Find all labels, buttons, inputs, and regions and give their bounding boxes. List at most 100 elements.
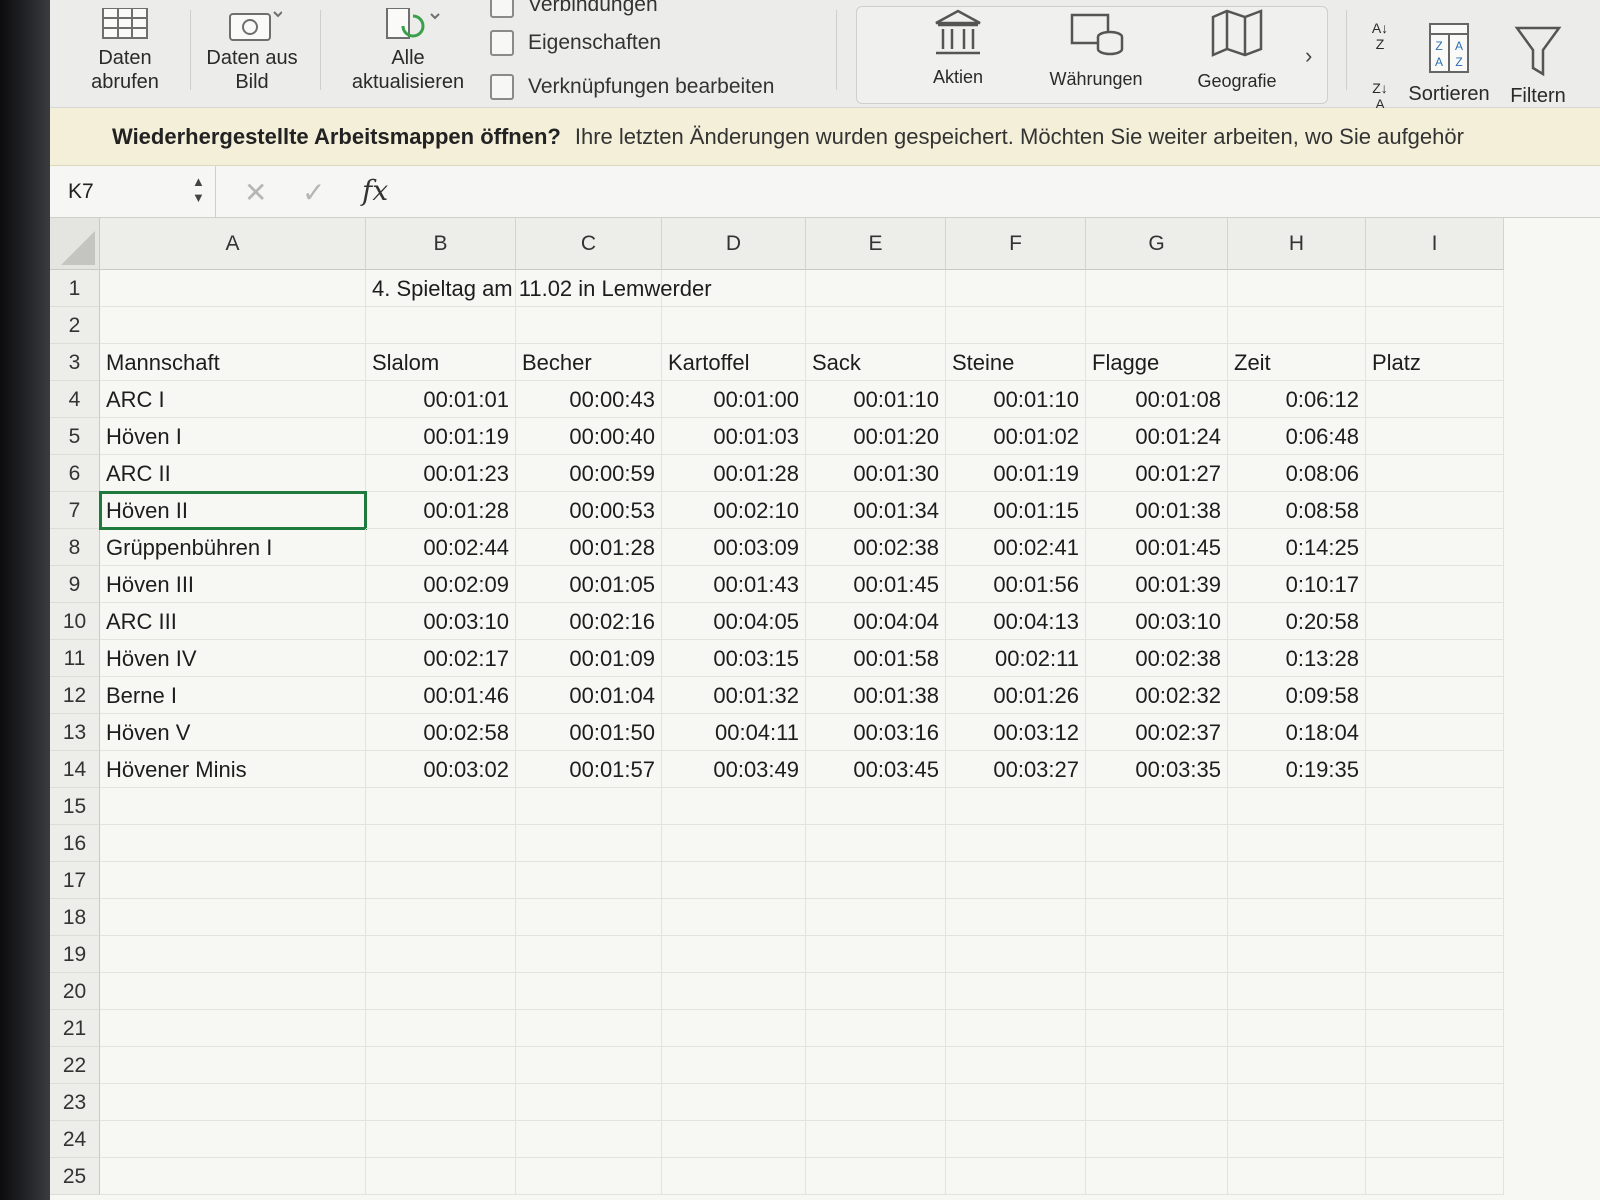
time-cell[interactable]: 00:02:41 bbox=[946, 529, 1086, 566]
cell[interactable] bbox=[946, 1121, 1086, 1158]
cell[interactable] bbox=[662, 825, 806, 862]
rank-cell[interactable] bbox=[1366, 751, 1504, 788]
time-cell[interactable]: 00:01:39 bbox=[1086, 566, 1228, 603]
cell[interactable] bbox=[946, 936, 1086, 973]
cell[interactable] bbox=[366, 862, 516, 899]
cell[interactable] bbox=[1228, 936, 1366, 973]
cell[interactable] bbox=[516, 973, 662, 1010]
total-time-cell[interactable]: 0:06:12 bbox=[1228, 381, 1366, 418]
gallery-more-chevron-icon[interactable]: › bbox=[1305, 43, 1312, 69]
time-cell[interactable]: 00:01:19 bbox=[366, 418, 516, 455]
time-cell[interactable]: 00:01:28 bbox=[366, 492, 516, 529]
total-time-cell[interactable]: 0:18:04 bbox=[1228, 714, 1366, 751]
cell[interactable] bbox=[100, 862, 366, 899]
team-name-cell[interactable]: ARC III bbox=[100, 603, 366, 640]
cell[interactable] bbox=[100, 1084, 366, 1121]
time-cell[interactable]: 00:01:32 bbox=[662, 677, 806, 714]
cell[interactable] bbox=[1086, 307, 1228, 344]
cell[interactable] bbox=[1086, 936, 1228, 973]
time-cell[interactable]: 00:01:19 bbox=[946, 455, 1086, 492]
sort-button[interactable]: Z A A Z Sortieren bbox=[1406, 20, 1492, 106]
time-cell[interactable]: 00:01:50 bbox=[516, 714, 662, 751]
row-header[interactable]: 14 bbox=[50, 751, 100, 788]
cell[interactable] bbox=[946, 973, 1086, 1010]
cell[interactable] bbox=[366, 973, 516, 1010]
time-cell[interactable]: 00:01:24 bbox=[1086, 418, 1228, 455]
cell[interactable] bbox=[1366, 270, 1504, 307]
time-cell[interactable]: 00:01:45 bbox=[806, 566, 946, 603]
cell[interactable] bbox=[806, 936, 946, 973]
time-cell[interactable]: 00:01:38 bbox=[1086, 492, 1228, 529]
time-cell[interactable]: 00:03:02 bbox=[366, 751, 516, 788]
cell[interactable] bbox=[1366, 825, 1504, 862]
cell[interactable] bbox=[516, 862, 662, 899]
cell[interactable] bbox=[1366, 899, 1504, 936]
time-cell[interactable]: 00:04:11 bbox=[662, 714, 806, 751]
time-cell[interactable]: 00:01:28 bbox=[662, 455, 806, 492]
team-name-cell[interactable]: Höven I bbox=[100, 418, 366, 455]
sort-ascending-button[interactable]: A↓ Z bbox=[1360, 20, 1400, 52]
stocks-button[interactable]: Aktien bbox=[913, 7, 1003, 88]
cell[interactable] bbox=[1228, 1084, 1366, 1121]
rank-cell[interactable] bbox=[1366, 418, 1504, 455]
time-cell[interactable]: 00:01:57 bbox=[516, 751, 662, 788]
team-name-cell[interactable]: ARC I bbox=[100, 381, 366, 418]
row-header[interactable]: 9 bbox=[50, 566, 100, 603]
time-cell[interactable]: 00:03:10 bbox=[1086, 603, 1228, 640]
cell[interactable] bbox=[662, 862, 806, 899]
rank-cell[interactable] bbox=[1366, 640, 1504, 677]
time-cell[interactable]: 00:01:10 bbox=[946, 381, 1086, 418]
connections-button[interactable]: Verbindungen bbox=[490, 0, 658, 18]
total-time-cell[interactable]: 0:10:17 bbox=[1228, 566, 1366, 603]
time-cell[interactable]: 00:02:38 bbox=[806, 529, 946, 566]
cell[interactable] bbox=[946, 1158, 1086, 1195]
cell[interactable] bbox=[1366, 1158, 1504, 1195]
currencies-button[interactable]: Währungen bbox=[1041, 7, 1151, 90]
time-cell[interactable]: 00:01:34 bbox=[806, 492, 946, 529]
time-cell[interactable]: 00:01:08 bbox=[1086, 381, 1228, 418]
header-cell[interactable]: Sack bbox=[806, 344, 946, 381]
cell[interactable] bbox=[1366, 973, 1504, 1010]
time-cell[interactable]: 00:01:28 bbox=[516, 529, 662, 566]
cell[interactable] bbox=[1228, 862, 1366, 899]
cell[interactable] bbox=[662, 1047, 806, 1084]
time-cell[interactable]: 00:02:10 bbox=[662, 492, 806, 529]
confirm-formula-icon[interactable]: ✓ bbox=[302, 176, 325, 209]
time-cell[interactable]: 00:03:12 bbox=[946, 714, 1086, 751]
column-header-b[interactable]: B bbox=[366, 218, 516, 270]
geography-button[interactable]: Geografie bbox=[1187, 7, 1287, 92]
time-cell[interactable]: 00:01:56 bbox=[946, 566, 1086, 603]
total-time-cell[interactable]: 0:19:35 bbox=[1228, 751, 1366, 788]
rank-cell[interactable] bbox=[1366, 677, 1504, 714]
time-cell[interactable]: 00:03:49 bbox=[662, 751, 806, 788]
cell[interactable] bbox=[946, 1047, 1086, 1084]
row-header[interactable]: 3 bbox=[50, 344, 100, 381]
time-cell[interactable]: 00:00:43 bbox=[516, 381, 662, 418]
cell[interactable] bbox=[1366, 1121, 1504, 1158]
data-from-picture-button[interactable]: Daten aus Bild bbox=[202, 8, 302, 94]
time-cell[interactable]: 00:00:53 bbox=[516, 492, 662, 529]
cell[interactable] bbox=[662, 973, 806, 1010]
cell[interactable] bbox=[100, 899, 366, 936]
time-cell[interactable]: 00:01:01 bbox=[366, 381, 516, 418]
cell[interactable] bbox=[366, 1158, 516, 1195]
cell[interactable] bbox=[1366, 307, 1504, 344]
cell[interactable] bbox=[100, 1010, 366, 1047]
recovery-message-bar[interactable]: Wiederhergestellte Arbeitsmappen öffnen?… bbox=[50, 108, 1600, 166]
cell[interactable] bbox=[516, 1158, 662, 1195]
cell[interactable] bbox=[946, 899, 1086, 936]
cell[interactable] bbox=[806, 973, 946, 1010]
cell[interactable] bbox=[806, 1047, 946, 1084]
time-cell[interactable]: 00:01:43 bbox=[662, 566, 806, 603]
column-header-h[interactable]: H bbox=[1228, 218, 1366, 270]
cell[interactable] bbox=[1228, 899, 1366, 936]
insert-function-icon[interactable]: fx bbox=[362, 174, 388, 207]
cell[interactable] bbox=[1366, 862, 1504, 899]
team-name-cell[interactable]: Berne I bbox=[100, 677, 366, 714]
time-cell[interactable]: 00:02:44 bbox=[366, 529, 516, 566]
header-cell[interactable]: Flagge bbox=[1086, 344, 1228, 381]
cell[interactable] bbox=[1228, 270, 1366, 307]
team-name-cell[interactable]: Grüppenbühren I bbox=[100, 529, 366, 566]
cell[interactable] bbox=[946, 788, 1086, 825]
time-cell[interactable]: 00:03:10 bbox=[366, 603, 516, 640]
